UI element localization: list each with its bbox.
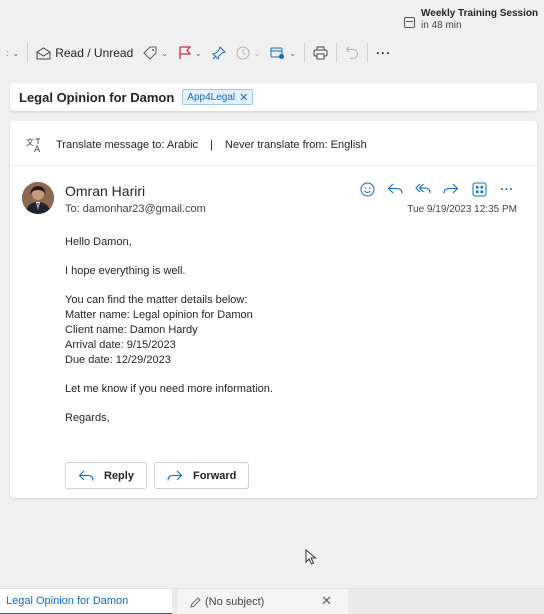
body-line: Let me know if you need more information… (65, 383, 273, 395)
never-translate-link[interactable]: Never translate from: English (225, 139, 367, 151)
body-line: I hope everything is well. (65, 265, 186, 277)
reminder-subtitle: in 48 min (421, 20, 462, 31)
more-options-label: ··· (376, 46, 392, 60)
pin-icon (211, 46, 226, 60)
body-greeting: Hello Damon, (65, 236, 132, 248)
chevron-down-icon: ⌄ (253, 48, 261, 58)
apps-action-button[interactable] (469, 179, 489, 199)
reply-action-button[interactable] (385, 179, 405, 199)
rules-button[interactable]: ⌄ (265, 41, 301, 65)
chevron-down-icon: ⌄ (194, 48, 202, 58)
snooze-button[interactable]: ⌄ (231, 41, 266, 65)
forward-button[interactable]: Forward (153, 462, 250, 489)
reply-all-icon (415, 183, 431, 194)
reply-button-label: Reply (104, 469, 134, 482)
reply-icon (387, 183, 403, 194)
apps-grid-icon (472, 182, 486, 196)
rules-icon (270, 47, 285, 59)
tab-legal-opinion[interactable]: Legal Opinion for Damon (0, 589, 172, 614)
translate-separator: | (210, 139, 213, 151)
close-icon[interactable]: ✕ (321, 593, 332, 609)
toolbar-divider (367, 43, 369, 63)
svg-text:A: A (34, 145, 41, 153)
window-tab-bar: Legal Opinion for Damon (No subject) ✕ (0, 588, 544, 614)
pencil-icon (190, 596, 201, 608)
previous-dropdown-button[interactable]: : ⌄ (0, 41, 24, 65)
message-card: 文 A Translate message to: Arabic | Never… (10, 121, 537, 498)
message-actions: ··· (357, 179, 517, 199)
read-unread-button[interactable]: Read / Unread (31, 41, 138, 65)
tab-label: (No subject) (205, 596, 265, 608)
chevron-down-icon: ⌄ (289, 48, 297, 58)
toolbar-divider (27, 43, 29, 63)
flag-button[interactable]: ⌄ (173, 41, 207, 65)
categorize-button[interactable]: ⌄ (138, 41, 173, 65)
translate-bar: 文 A Translate message to: Arabic | Never… (26, 137, 367, 153)
body-closing: Regards, (65, 412, 110, 424)
separator-dot-icon: : (6, 47, 9, 58)
close-icon[interactable]: ✕ (239, 91, 248, 104)
reply-buttons: Reply Forward (65, 462, 250, 489)
forward-icon (443, 183, 459, 194)
avatar[interactable] (22, 182, 54, 214)
reply-all-action-button[interactable] (413, 179, 433, 199)
chevron-down-icon: ⌄ (12, 48, 20, 58)
mouse-pointer-icon (305, 549, 317, 565)
toolbar-divider (304, 43, 306, 63)
more-actions-button[interactable]: ··· (497, 179, 517, 199)
message-body: Hello Damon, I hope everything is well. … (65, 235, 515, 426)
read-unread-label: Read / Unread (55, 46, 134, 60)
reply-button[interactable]: Reply (65, 462, 147, 489)
top-bar: Weekly Training Session in 48 min (0, 0, 544, 38)
tag-icon (143, 46, 157, 60)
translate-icon: 文 A (26, 137, 41, 153)
flag-icon (179, 46, 191, 59)
forward-action-button[interactable] (441, 179, 461, 199)
undo-button[interactable] (340, 41, 364, 65)
message-subject: Legal Opinion for Damon (19, 89, 175, 105)
body-line: You can find the matter details below: (65, 294, 248, 306)
forward-icon (167, 470, 183, 481)
calendar-icon (404, 17, 415, 28)
message-date: Tue 9/19/2023 12:35 PM (407, 204, 517, 215)
reminder-title: Weekly Training Session (421, 8, 539, 19)
reply-icon (78, 470, 94, 481)
more-options-button[interactable]: ··· (371, 41, 396, 65)
svg-text:文: 文 (26, 137, 34, 147)
body-line: Client name: Damon Hardy (65, 324, 198, 336)
header-divider (10, 165, 537, 166)
printer-icon (313, 46, 328, 60)
pin-button[interactable] (207, 41, 231, 65)
body-line: Due date: 12/29/2023 (65, 354, 171, 366)
emoji-reaction-button[interactable] (357, 179, 377, 199)
meeting-reminder[interactable]: Weekly Training Session in 48 min (404, 8, 538, 32)
clock-icon (236, 46, 250, 60)
body-line: Arrival date: 9/15/2023 (65, 339, 176, 351)
body-line: Matter name: Legal opinion for Damon (65, 309, 253, 321)
smiley-icon (360, 182, 374, 196)
toolbar-divider (336, 43, 338, 63)
tab-label: Legal Opinion for Damon (6, 595, 129, 607)
sender-photo (22, 182, 54, 214)
message-toolbar: : ⌄ Read / Unread ⌄ ⌄ ⌄ ⌄ ··· (0, 38, 544, 68)
subject-header: Legal Opinion for Damon App4Legal ✕ (10, 83, 537, 111)
envelope-open-icon (36, 46, 51, 59)
chevron-down-icon: ⌄ (161, 48, 168, 58)
sender-name[interactable]: Omran Hariri (65, 183, 145, 199)
forward-button-label: Forward (192, 469, 237, 482)
more-horizontal-icon: ··· (500, 182, 514, 196)
category-tag[interactable]: App4Legal ✕ (182, 89, 254, 105)
print-button[interactable] (308, 41, 333, 65)
category-tag-label: App4Legal (187, 91, 236, 103)
translate-message-link[interactable]: Translate message to: Arabic (56, 139, 198, 151)
undo-icon (345, 46, 359, 59)
tab-draft[interactable]: (No subject) ✕ (178, 589, 348, 614)
recipient-line: To: damonhar23@gmail.com (65, 203, 206, 215)
